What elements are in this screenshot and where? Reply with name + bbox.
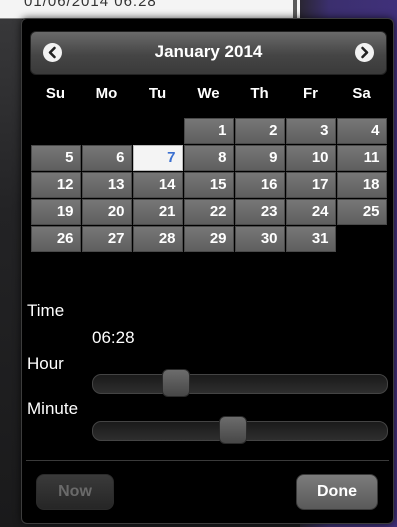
time-label: Time — [27, 301, 65, 320]
day-cell[interactable]: 10 — [285, 144, 336, 171]
month-title: January 2014 — [154, 42, 263, 61]
datetimepicker-popup: January 2014 Su Mo Tu We Th Fr Sa 1 2 3 4 5 6 7 8 9 10 1… — [21, 18, 394, 524]
empty-day-cell — [133, 118, 183, 144]
day-cell[interactable]: 16 — [234, 171, 285, 198]
next-month-button[interactable] — [355, 43, 374, 62]
day-cell[interactable]: 21 — [132, 198, 183, 225]
hour-slider[interactable] — [92, 369, 388, 397]
weekday-label: Sa — [352, 85, 371, 102]
hour-label: Hour — [27, 354, 64, 373]
day-cell[interactable]: 2 — [234, 117, 285, 144]
day-cell[interactable]: 11 — [336, 144, 387, 171]
day-cell[interactable]: 30 — [234, 225, 285, 252]
minute-slider-handle[interactable] — [219, 416, 247, 444]
day-cell[interactable]: 9 — [234, 144, 285, 171]
empty-day-cell — [337, 226, 387, 252]
day-cell-selected[interactable]: 7 — [132, 144, 183, 171]
day-cell[interactable]: 8 — [183, 144, 234, 171]
calendar-grid: 1 2 3 4 5 6 7 8 9 10 11 12 13 14 15 16 17 18 19 20 21 22 23 24 2… — [30, 117, 387, 281]
weekday-label: Su — [45, 85, 66, 102]
day-cell[interactable]: 28 — [132, 225, 183, 252]
day-cell[interactable]: 13 — [81, 171, 132, 198]
datetime-input-value: 01/06/2014 06:28 — [24, 0, 157, 10]
day-cell[interactable]: 26 — [30, 225, 81, 252]
day-cell[interactable]: 20 — [81, 198, 132, 225]
day-cell[interactable]: 25 — [336, 198, 387, 225]
empty-day-cell — [82, 118, 132, 144]
weekday-label: Mo — [95, 85, 118, 102]
datetime-input[interactable]: 01/06/2014 06:28 — [0, 0, 300, 19]
day-cell[interactable]: 29 — [183, 225, 234, 252]
day-cell[interactable]: 23 — [234, 198, 285, 225]
calendar-header: January 2014 — [30, 31, 387, 75]
day-cell[interactable]: 4 — [336, 117, 387, 144]
weekday-header-row: Su Mo Tu We Th Fr Sa — [30, 85, 387, 107]
day-cell[interactable]: 5 — [30, 144, 81, 171]
day-cell[interactable]: 15 — [183, 171, 234, 198]
empty-day-cell — [31, 118, 81, 144]
day-cell[interactable]: 18 — [336, 171, 387, 198]
day-cell[interactable]: 22 — [183, 198, 234, 225]
day-cell[interactable]: 14 — [132, 171, 183, 198]
day-cell[interactable]: 19 — [30, 198, 81, 225]
chevron-right-icon — [361, 46, 369, 59]
footer-divider — [26, 460, 389, 461]
minute-slider[interactable] — [92, 416, 388, 444]
minute-label: Minute — [27, 399, 79, 418]
day-cell[interactable]: 3 — [285, 117, 336, 144]
weekday-label: Tu — [148, 85, 167, 102]
backdrop-left — [0, 0, 22, 527]
now-button[interactable]: Now — [36, 474, 114, 510]
day-cell[interactable]: 17 — [285, 171, 336, 198]
hour-slider-handle[interactable] — [162, 369, 190, 397]
day-cell[interactable]: 1 — [183, 117, 234, 144]
input-divider — [293, 0, 297, 18]
day-cell[interactable]: 24 — [285, 198, 336, 225]
weekday-label: Fr — [303, 85, 318, 102]
day-cell[interactable]: 31 — [285, 225, 336, 252]
day-cell[interactable]: 6 — [81, 144, 132, 171]
time-value: 06:28 — [92, 328, 135, 347]
done-button[interactable]: Done — [296, 474, 378, 510]
weekday-label: We — [197, 85, 220, 102]
weekday-label: Th — [250, 85, 269, 102]
day-cell[interactable]: 12 — [30, 171, 81, 198]
day-cell[interactable]: 27 — [81, 225, 132, 252]
